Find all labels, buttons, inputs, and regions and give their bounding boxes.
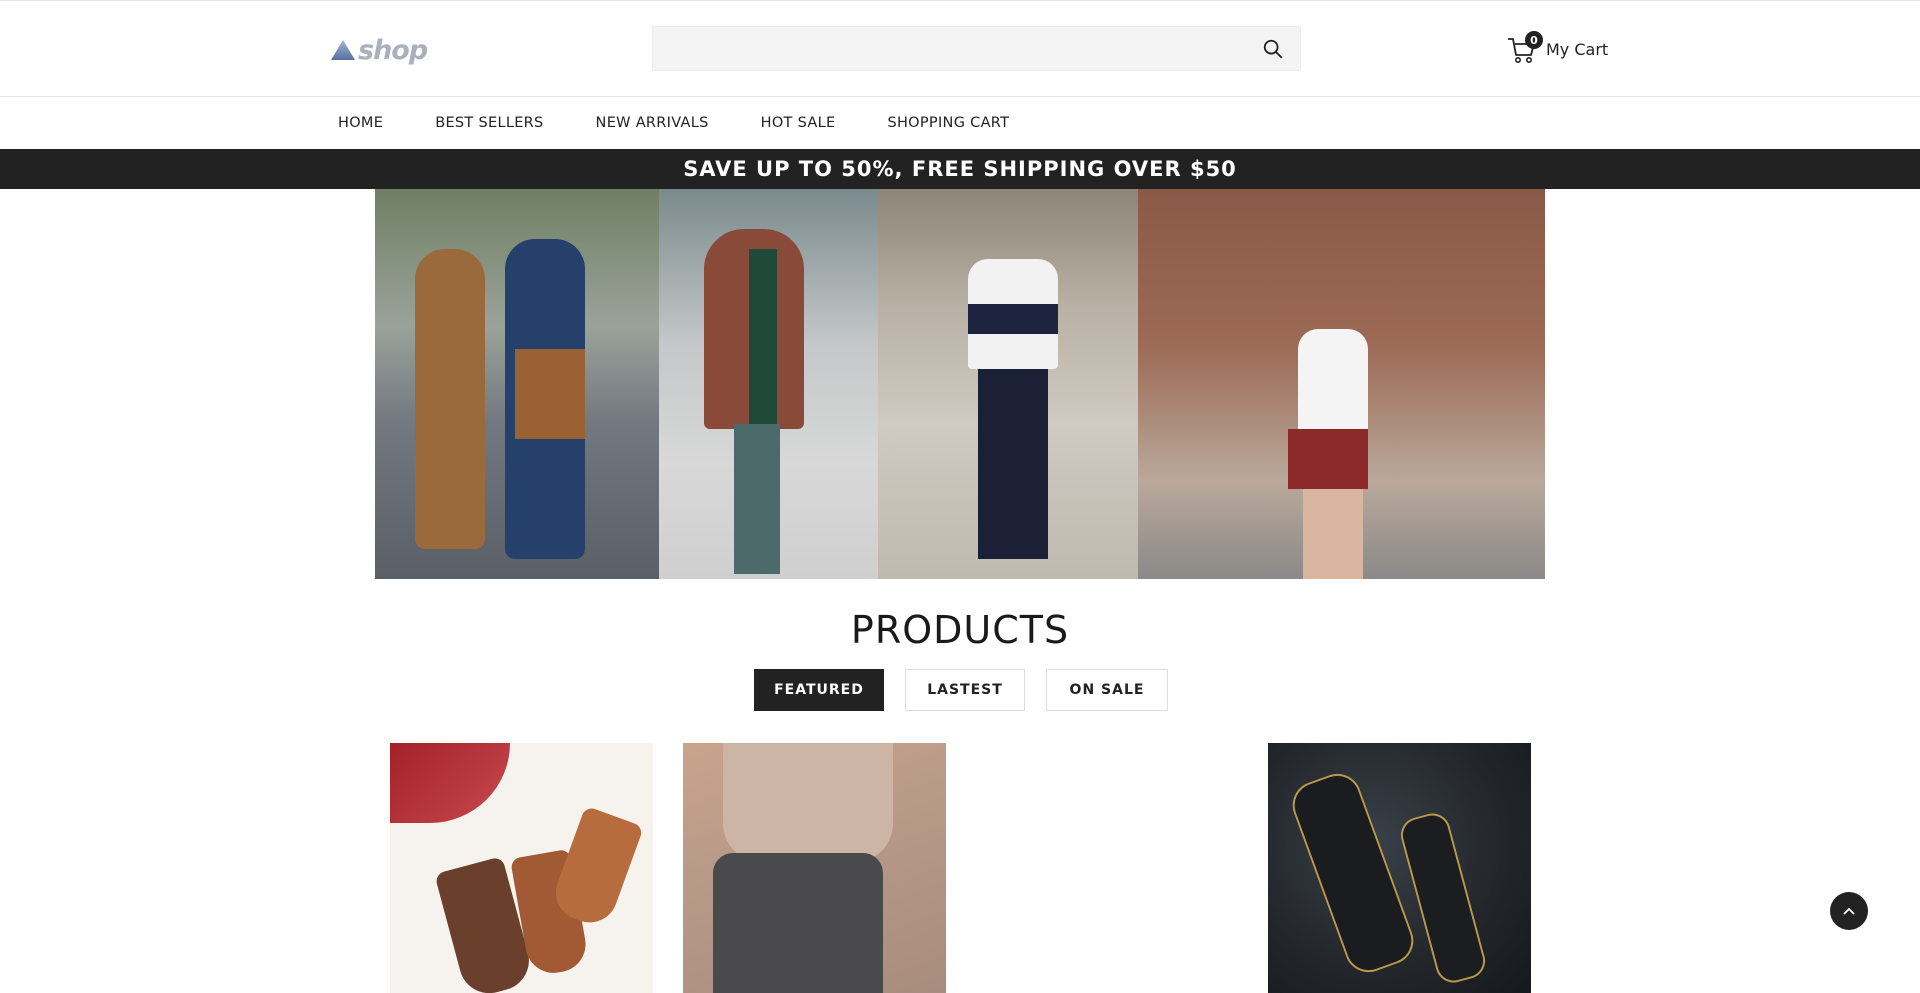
promo-bar: SAVE UP TO 50%, FREE SHIPPING OVER $50 <box>0 149 1920 189</box>
products-heading: PRODUCTS <box>850 608 1070 652</box>
cart-icon-wrap: 0 <box>1506 31 1543 65</box>
tab-lastest[interactable]: LASTEST <box>905 669 1025 711</box>
banner-photo-1 <box>375 189 659 579</box>
nav-item-best-sellers[interactable]: BEST SELLERS <box>435 115 543 131</box>
chevron-up-icon <box>1843 907 1855 915</box>
logo-text: shop <box>358 34 428 66</box>
nav-item-new-arrivals[interactable]: NEW ARRIVALS <box>596 115 709 131</box>
nav-item-hot-sale[interactable]: HOT SALE <box>761 115 836 131</box>
banner-photo-2 <box>659 189 878 579</box>
nav-item-shopping-cart[interactable]: SHOPPING CART <box>887 115 1009 131</box>
cart-label: My Cart <box>1546 39 1609 59</box>
product-card-clippers[interactable] <box>1268 743 1531 993</box>
tab-on-sale[interactable]: ON SALE <box>1046 669 1168 711</box>
nav-item-home[interactable]: HOME <box>338 115 383 131</box>
hero-banner[interactable] <box>375 189 1545 579</box>
cart-count-badge: 0 <box>1525 31 1543 49</box>
banner-photo-3 <box>878 189 1138 579</box>
product-card-corset[interactable] <box>683 743 946 993</box>
logo-triangle-icon <box>331 40 355 60</box>
banner-photo-4 <box>1138 189 1545 579</box>
product-card-keychains[interactable] <box>390 743 653 993</box>
cart-button[interactable]: 0 My Cart <box>1506 29 1608 69</box>
search-input[interactable] <box>652 26 1301 71</box>
promo-text: SAVE UP TO 50%, FREE SHIPPING OVER $50 <box>683 157 1237 181</box>
site-logo[interactable]: shop <box>330 34 428 66</box>
main-nav: HOME BEST SELLERS NEW ARRIVALS HOT SALE … <box>0 97 1920 149</box>
site-header: shop 0 My Cart <box>0 0 1920 97</box>
product-tabs: FEATURED LASTEST ON SALE <box>754 669 1168 711</box>
tab-featured[interactable]: FEATURED <box>754 669 884 711</box>
search-icon[interactable] <box>1262 38 1284 60</box>
scroll-to-top-button[interactable] <box>1830 892 1868 930</box>
